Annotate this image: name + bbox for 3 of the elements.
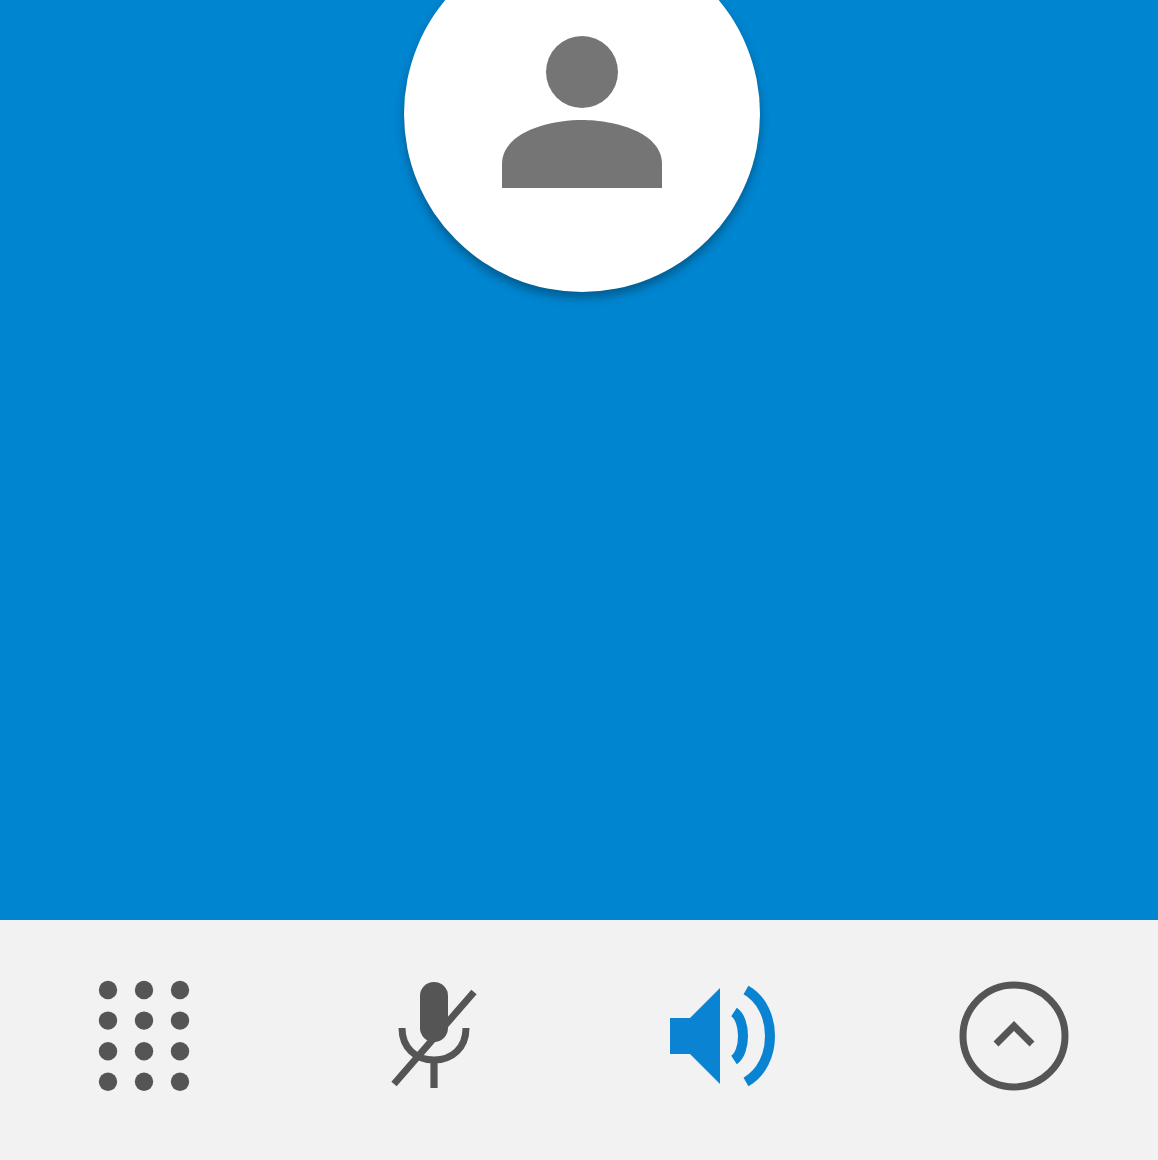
person-icon (501, 36, 661, 188)
dialpad-icon[interactable] (98, 979, 191, 1091)
expand-up-icon[interactable] (957, 979, 1070, 1091)
